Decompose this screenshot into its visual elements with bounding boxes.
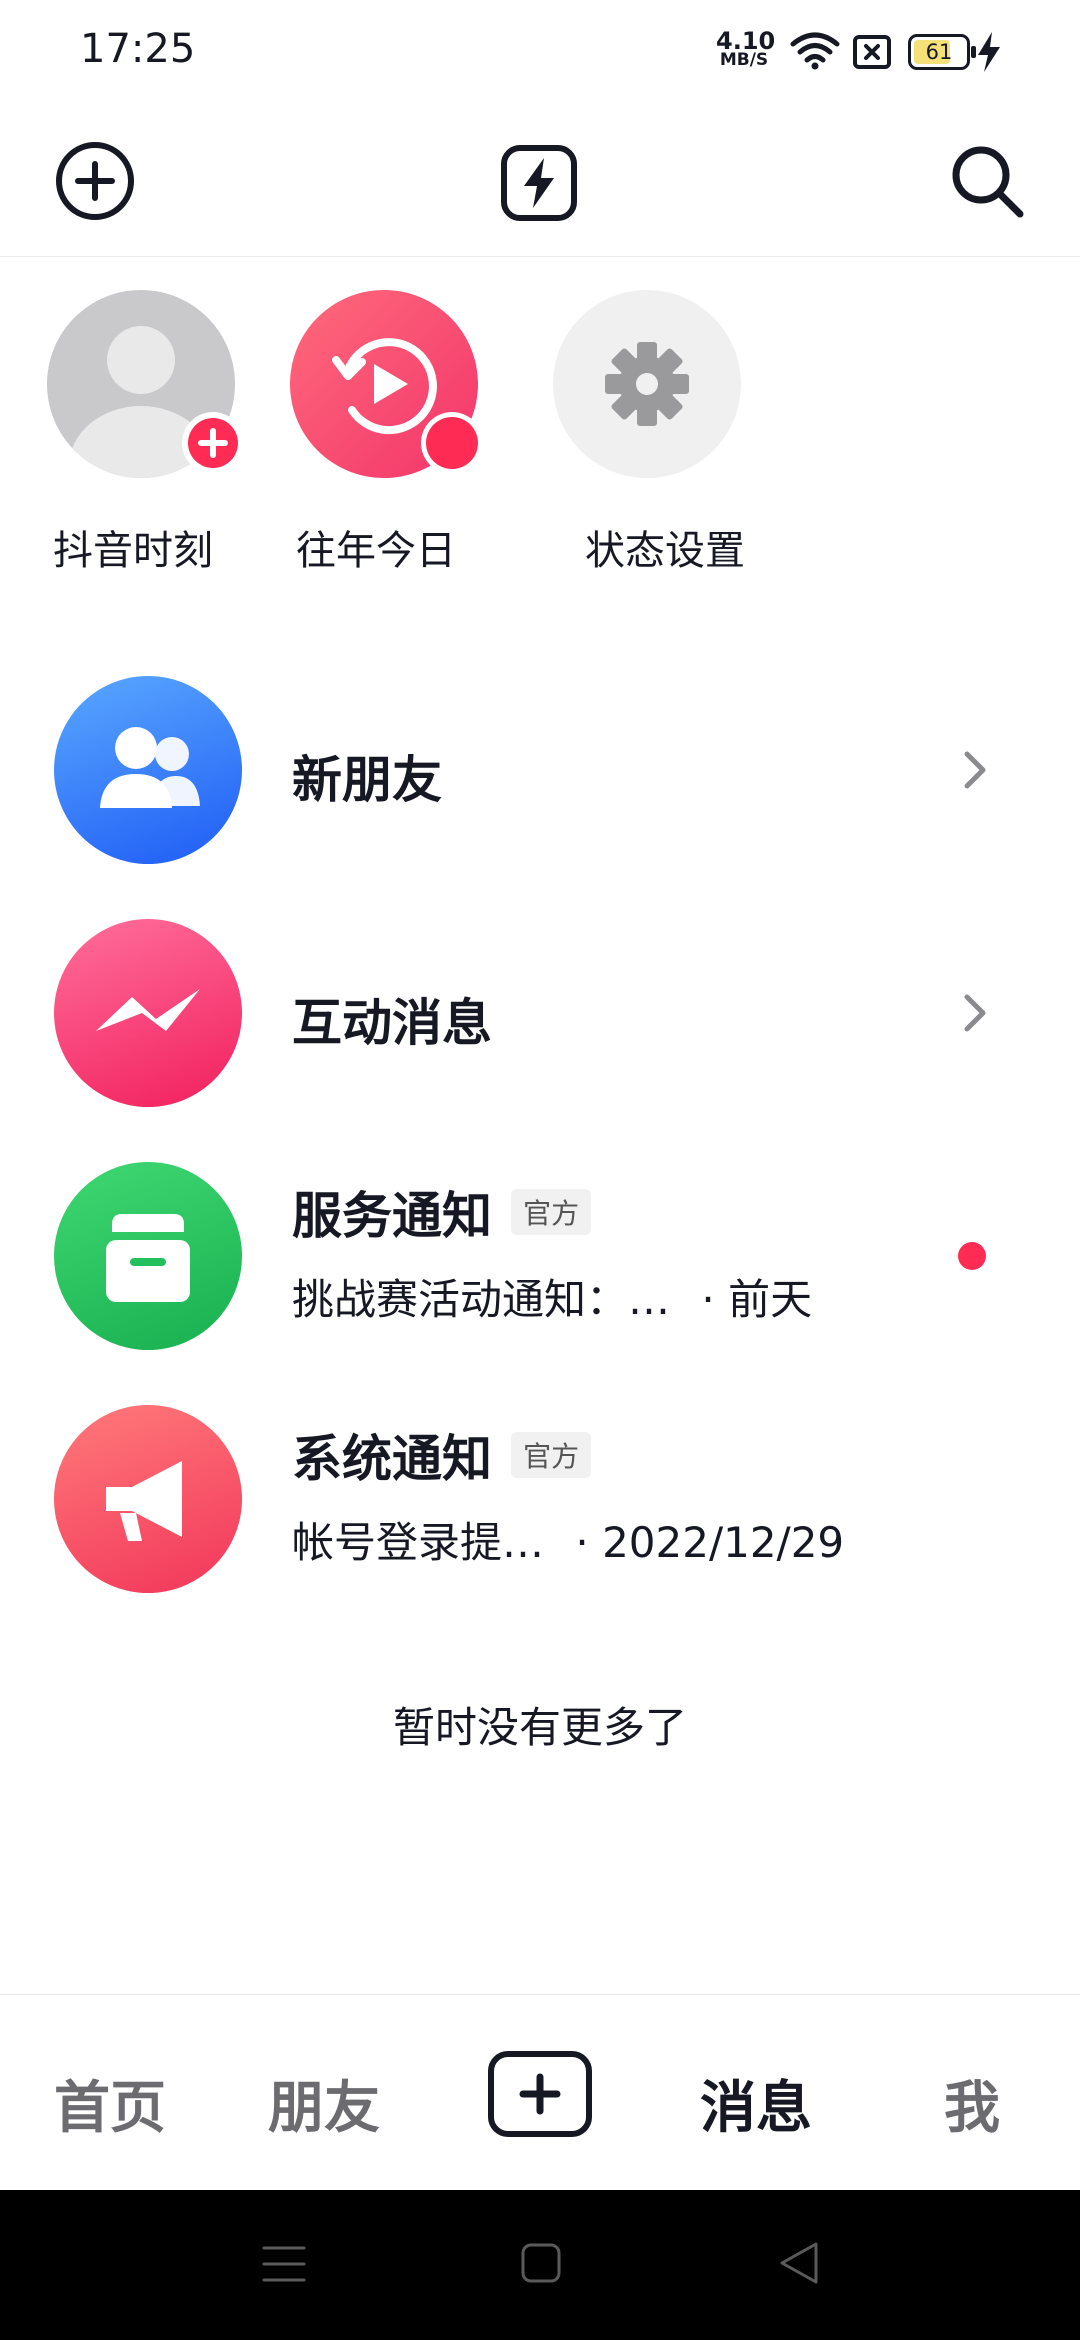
unread-dot [958,1242,986,1270]
status-bar: 17:25 4.10 MB/S 61 [0,0,1080,110]
network-speed-value: 4.10 [716,27,776,55]
row-preview: 帐号登录提… [292,1518,545,1567]
charging-icon [978,32,1000,72]
tab-messages[interactable]: 消息 [700,2063,812,2144]
row-service-notice[interactable]: 服务通知 官方 挑战赛活动通知：… · 前天 [0,1156,1080,1356]
official-badge: 官方 [511,1432,592,1478]
system-nav-bar [0,2190,1080,2340]
battery-level: 61 [925,40,953,64]
status-time: 17:25 [80,26,196,72]
bottom-tab-bar: 首页 朋友 消息 我 [0,1994,1080,2191]
row-subtitle: 帐号登录提… · 2022/12/29 [292,1509,844,1570]
row-title: 系统通知 [292,1430,492,1488]
chevron-right-icon [964,751,986,789]
row-title: 服务通知 [292,1187,492,1245]
inbox-icon [54,1162,242,1350]
row-time: · 2022/12/29 [575,1518,845,1567]
battery-icon: 61 [908,34,976,70]
row-system-notice[interactable]: 系统通知 官方 帐号登录提… · 2022/12/29 [0,1399,1080,1599]
plus-icon [519,2073,561,2115]
row-interactions[interactable]: 互动消息 [0,913,1080,1113]
row-title: 新朋友 [292,751,442,809]
red-dot-badge [421,412,483,474]
megaphone-icon [54,1405,242,1593]
home-square-icon[interactable] [520,2242,562,2284]
quick-item-label: 抖音时刻 [53,528,213,574]
official-badge: 官方 [511,1189,592,1235]
quick-actions: 抖音时刻 往年今日 状态设置 [0,290,1080,590]
row-preview: 挑战赛活动通知：… [292,1275,671,1324]
wifi-icon [790,32,840,70]
row-title: 互动消息 [292,994,492,1052]
back-triangle-icon[interactable] [776,2240,820,2286]
flash-icon[interactable] [500,144,578,222]
row-title-line: 系统通知 官方 [292,1419,592,1491]
search-icon[interactable] [950,144,1026,220]
network-speed-unit: MB/S [719,50,769,70]
gear-icon [553,290,741,478]
row-title-line: 服务通知 官方 [292,1176,592,1248]
menu-icon[interactable] [262,2242,306,2286]
sim-disabled-icon [853,35,891,69]
network-speed: 4.10 MB/S [716,27,776,70]
add-circle-icon[interactable] [54,140,136,222]
top-header [0,110,1080,257]
chevron-right-icon [964,994,986,1032]
row-subtitle: 挑战赛活动通知：… · 前天 [292,1266,812,1327]
row-new-friends[interactable]: 新朋友 [0,670,1080,870]
quick-item-label: 状态设置 [585,528,745,574]
row-time: · 前天 [701,1275,813,1324]
tab-home[interactable]: 首页 [54,2063,166,2144]
interaction-icon [54,919,242,1107]
tab-me[interactable]: 我 [944,2063,1000,2144]
quick-item-label: 往年今日 [296,528,456,574]
add-badge-icon [182,412,244,474]
create-button[interactable] [488,2051,592,2137]
tab-friends[interactable]: 朋友 [268,2063,380,2144]
friends-icon [54,676,242,864]
no-more-text: 暂时没有更多了 [392,1703,687,1752]
